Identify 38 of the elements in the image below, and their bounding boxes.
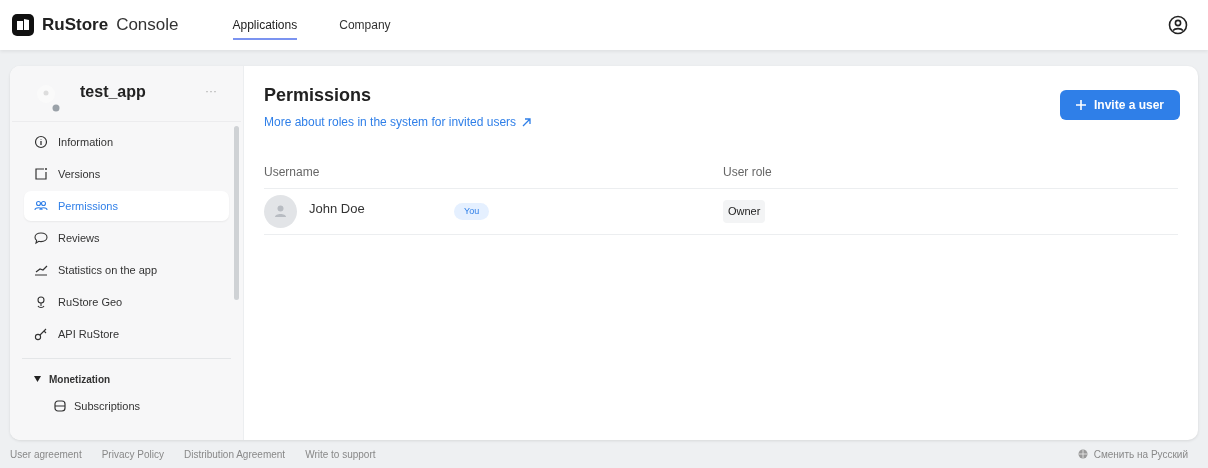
column-header: Username <box>264 163 321 181</box>
section-toggle[interactable]: Monetization <box>24 367 229 391</box>
globe-icon <box>1077 449 1088 459</box>
caret-icon <box>34 376 41 382</box>
database-icon <box>54 400 66 412</box>
sidebar-item[interactable]: Versions <box>24 159 229 189</box>
user-name: John Doe <box>309 199 366 218</box>
invite-button[interactable]: Invite a user <box>1059 90 1180 120</box>
app-name: test_app <box>80 82 146 102</box>
external-link-icon <box>522 117 532 127</box>
roles-link[interactable]: More about roles in the system for invited users <box>264 113 532 131</box>
plus-icon <box>1075 100 1086 110</box>
key-icon <box>34 327 48 341</box>
sidebar-item[interactable]: Subscriptions <box>24 391 229 421</box>
logo-icon <box>12 14 34 36</box>
sidebar-item[interactable]: Reviews <box>24 223 229 253</box>
sidebar-item[interactable]: Information <box>24 127 229 157</box>
sidebar-item[interactable]: Statistics on the app <box>24 255 229 285</box>
info-icon <box>34 135 48 149</box>
logo-subtitle: Console <box>116 14 179 37</box>
logo-text: RuStore <box>42 14 109 37</box>
profile-icon[interactable] <box>1168 15 1188 35</box>
speech-bubble-icon <box>34 231 48 245</box>
page-title: Permissions <box>264 84 373 107</box>
sidebar-item[interactable]: Permissions <box>24 191 229 221</box>
users-icon <box>34 199 48 213</box>
you-badge: You <box>454 202 490 221</box>
nav-tab[interactable]: Company <box>339 12 391 40</box>
scrollbar[interactable] <box>234 126 239 300</box>
nav-tab[interactable]: Applications <box>232 12 298 40</box>
avatar-icon <box>264 195 297 228</box>
sidebar-item[interactable]: RuStore Geo <box>24 287 229 317</box>
sidebar-item[interactable]: API RuStore <box>24 319 229 349</box>
square-icon <box>34 167 48 181</box>
location-icon <box>34 295 48 309</box>
column-header: User role <box>723 163 773 181</box>
role-tag: Owner <box>723 200 766 223</box>
chart-icon <box>34 263 48 277</box>
